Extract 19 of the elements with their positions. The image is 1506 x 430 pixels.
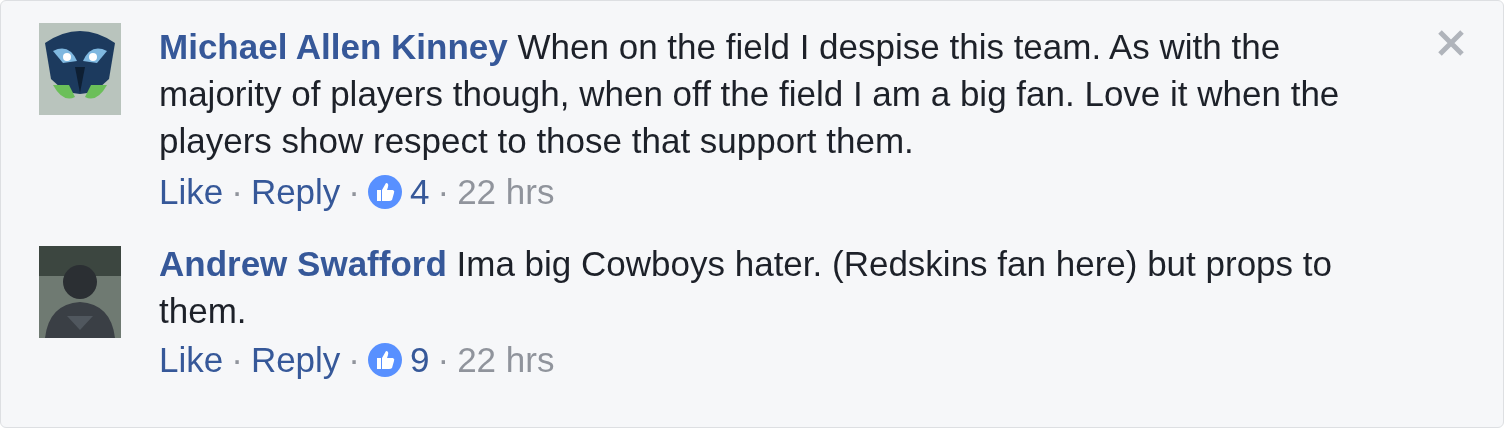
reply-link[interactable]: Reply [250,172,341,212]
separator-dot: · [437,172,450,212]
reply-link[interactable]: Reply [250,340,341,380]
separator-dot: · [348,172,360,212]
like-link[interactable]: Like [159,340,224,380]
separator-dot: · [231,172,243,212]
separator-dot: · [231,340,243,380]
like-link[interactable]: Like [159,172,224,212]
timestamp: 22 hrs [457,172,555,212]
separator-dot: · [437,340,450,380]
comment-text: Michael Allen Kinney When on the field I despise this team. As with the majority of players though, when off the field I am a big fan. Love it when the players show respect to those that support them. [159,26,1341,162]
separator-dot: · [348,340,360,380]
like-count[interactable]: 4 [410,172,430,212]
like-icon [368,343,402,377]
like-count[interactable]: 9 [410,340,430,380]
like-icon [368,175,402,209]
comment-text: Andrew Swafford Ima big Cowboys hater. (Redskins fan here) but props to them. [159,243,1333,332]
close-icon[interactable] [1436,28,1466,58]
timestamp: 22 hrs [457,340,555,380]
